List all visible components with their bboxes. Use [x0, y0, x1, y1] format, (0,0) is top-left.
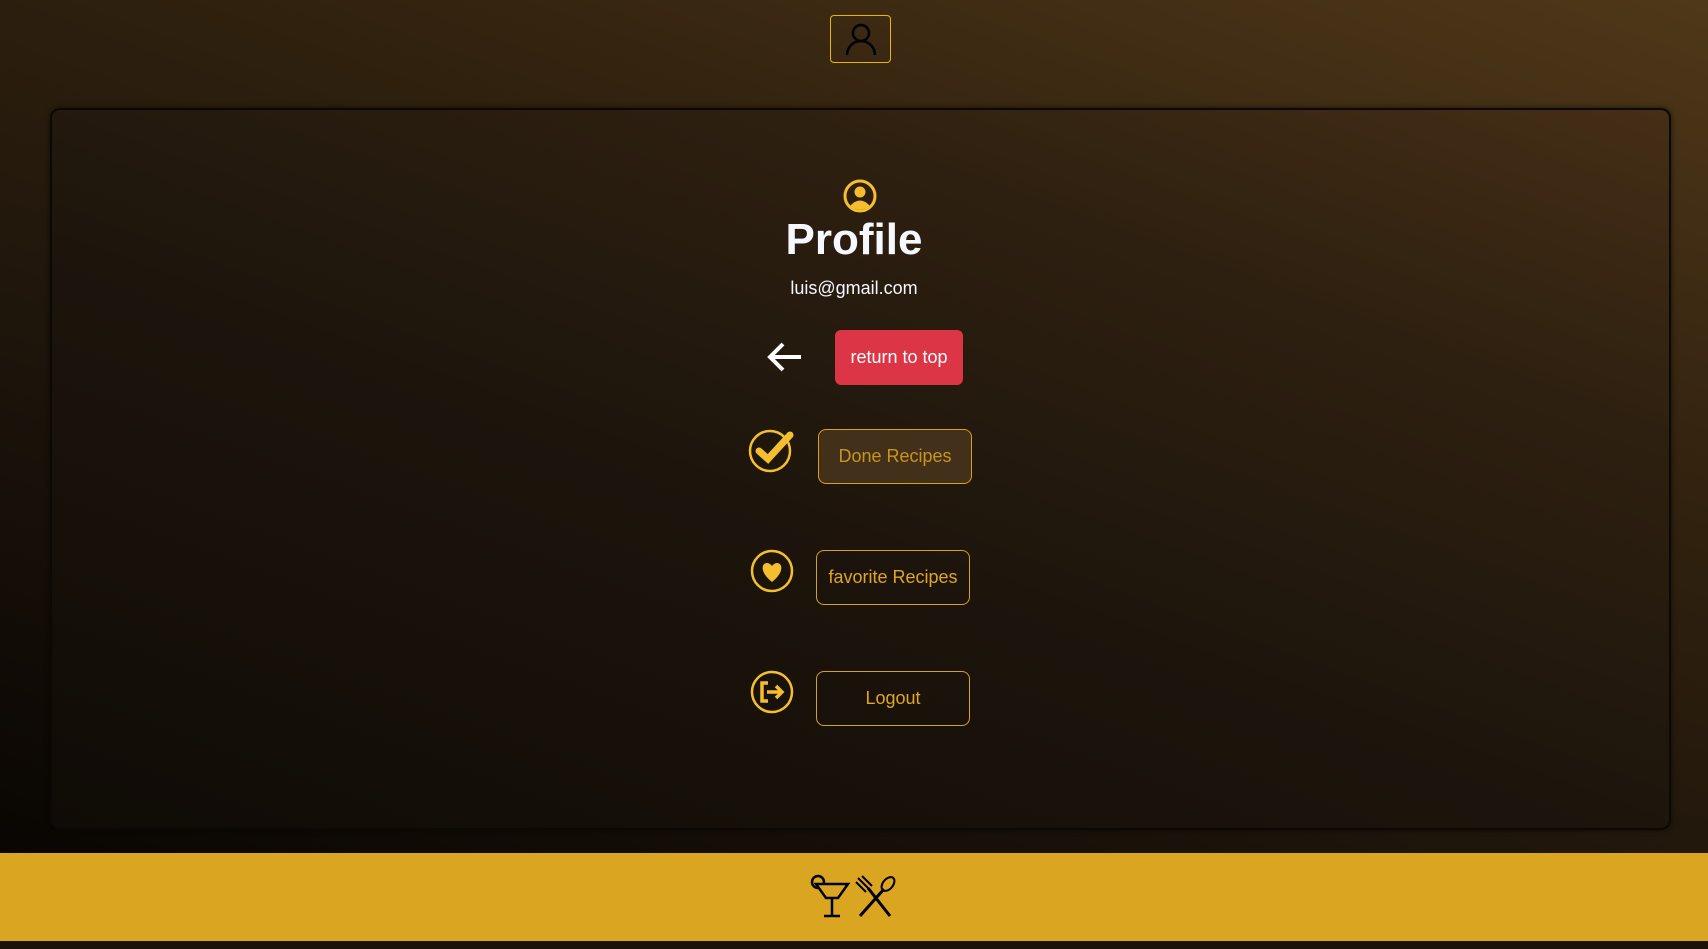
bottom-strip [0, 941, 1708, 949]
fork-spoon-icon [855, 875, 896, 917]
logout-button[interactable]: Logout [816, 671, 970, 726]
cocktail-icon [810, 874, 851, 918]
footer [0, 853, 1708, 941]
page-title: Profile [785, 215, 923, 264]
user-circle-icon [843, 179, 877, 213]
user-email: luis@gmail.com [790, 278, 918, 298]
check-circle-icon [748, 427, 798, 473]
return-to-top-button[interactable]: return to top [835, 330, 963, 385]
arrow-left-icon[interactable] [764, 337, 806, 377]
favorite-recipes-button[interactable]: favorite Recipes [816, 550, 970, 605]
logout-icon [750, 670, 794, 714]
user-icon [845, 23, 876, 56]
done-recipes-button[interactable]: Done Recipes [818, 429, 972, 484]
heart-circle-icon [750, 549, 794, 593]
profile-button[interactable] [830, 15, 891, 63]
